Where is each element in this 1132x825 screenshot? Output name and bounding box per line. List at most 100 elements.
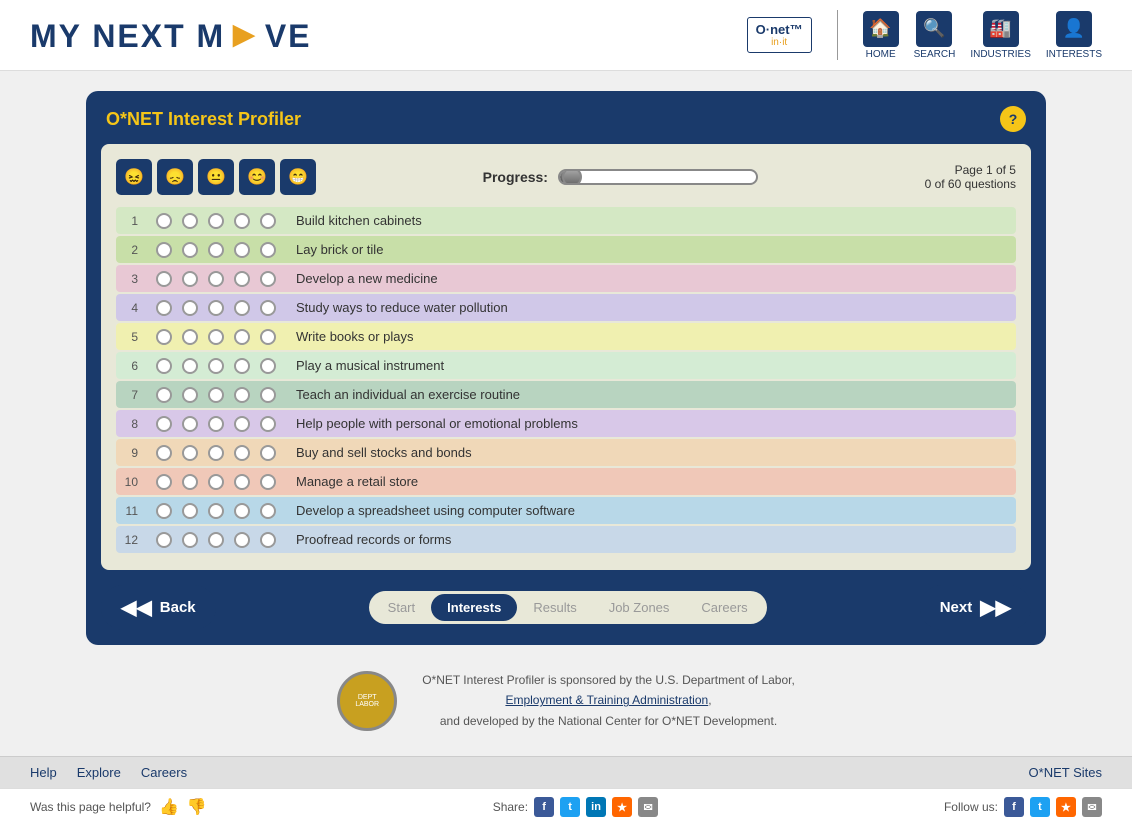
radio-3-2[interactable] <box>182 271 198 287</box>
nav-industries[interactable]: 🏭 INDUSTRIES <box>970 11 1031 60</box>
emoji-4[interactable]: 😊 <box>239 159 275 195</box>
radio-6-1[interactable] <box>156 358 172 374</box>
radio-2-2[interactable] <box>182 242 198 258</box>
twitter-icon[interactable]: t <box>560 797 580 817</box>
radio-3-3[interactable] <box>208 271 224 287</box>
radio-2-4[interactable] <box>234 242 250 258</box>
radio-8-2[interactable] <box>182 416 198 432</box>
step-start[interactable]: Start <box>372 594 431 621</box>
radio-2-1[interactable] <box>156 242 172 258</box>
rss-icon[interactable]: ★ <box>612 797 632 817</box>
thumbs-down-icon[interactable]: 👎 <box>187 797 207 817</box>
radio-8-3[interactable] <box>208 416 224 432</box>
radio-11-1[interactable] <box>156 503 172 519</box>
radio-2-3[interactable] <box>208 242 224 258</box>
sponsor-link[interactable]: Employment & Training Administration <box>505 693 708 707</box>
radio-6-5[interactable] <box>260 358 276 374</box>
radio-7-1[interactable] <box>156 387 172 403</box>
radio-1-1[interactable] <box>156 213 172 229</box>
radio-10-4[interactable] <box>234 474 250 490</box>
radio-1-5[interactable] <box>260 213 276 229</box>
header: MY NEXT M►VE O·net™ in·it 🏠 HOME 🔍 SEARC… <box>0 0 1132 71</box>
radio-group-2 <box>146 237 286 263</box>
follow-rss-icon[interactable]: ★ <box>1056 797 1076 817</box>
nav-interests[interactable]: 👤 INTERESTS <box>1046 11 1102 60</box>
linkedin-icon[interactable]: in <box>586 797 606 817</box>
radio-6-2[interactable] <box>182 358 198 374</box>
radio-4-5[interactable] <box>260 300 276 316</box>
radio-7-4[interactable] <box>234 387 250 403</box>
radio-9-5[interactable] <box>260 445 276 461</box>
radio-4-2[interactable] <box>182 300 198 316</box>
step-interests[interactable]: Interests <box>431 594 517 621</box>
help-button[interactable]: ? <box>1000 106 1026 132</box>
nav-home[interactable]: 🏠 HOME <box>863 11 899 60</box>
emoji-5[interactable]: 😁 <box>280 159 316 195</box>
radio-3-5[interactable] <box>260 271 276 287</box>
emoji-3[interactable]: 😐 <box>198 159 234 195</box>
radio-11-5[interactable] <box>260 503 276 519</box>
radio-1-4[interactable] <box>234 213 250 229</box>
nav-search[interactable]: 🔍 SEARCH <box>914 11 956 60</box>
radio-5-1[interactable] <box>156 329 172 345</box>
radio-group-6 <box>146 353 286 379</box>
radio-8-5[interactable] <box>260 416 276 432</box>
radio-7-3[interactable] <box>208 387 224 403</box>
next-button[interactable]: Next ▶▶ <box>920 585 1031 630</box>
radio-12-4[interactable] <box>234 532 250 548</box>
follow-facebook-icon[interactable]: f <box>1004 797 1024 817</box>
radio-9-4[interactable] <box>234 445 250 461</box>
emoji-2[interactable]: 😞 <box>157 159 193 195</box>
thumbs-up-icon[interactable]: 👍 <box>159 797 179 817</box>
footer-onet-sites[interactable]: O*NET Sites <box>1029 765 1102 780</box>
footer-explore[interactable]: Explore <box>77 765 121 780</box>
radio-5-4[interactable] <box>234 329 250 345</box>
question-row-2: 2Lay brick or tile <box>116 236 1016 263</box>
sponsor-text-2: and developed by the National Center for… <box>440 714 777 728</box>
radio-5-2[interactable] <box>182 329 198 345</box>
radio-5-5[interactable] <box>260 329 276 345</box>
radio-4-1[interactable] <box>156 300 172 316</box>
radio-3-4[interactable] <box>234 271 250 287</box>
radio-1-3[interactable] <box>208 213 224 229</box>
radio-9-3[interactable] <box>208 445 224 461</box>
radio-12-1[interactable] <box>156 532 172 548</box>
footer-help[interactable]: Help <box>30 765 57 780</box>
footer-careers[interactable]: Careers <box>141 765 187 780</box>
radio-group-5 <box>146 324 286 350</box>
radio-11-4[interactable] <box>234 503 250 519</box>
radio-4-4[interactable] <box>234 300 250 316</box>
radio-7-5[interactable] <box>260 387 276 403</box>
email-icon[interactable]: ✉ <box>638 797 658 817</box>
radio-9-1[interactable] <box>156 445 172 461</box>
radio-1-2[interactable] <box>182 213 198 229</box>
radio-12-3[interactable] <box>208 532 224 548</box>
radio-10-5[interactable] <box>260 474 276 490</box>
back-button[interactable]: ◀◀ Back <box>101 585 216 630</box>
emoji-1[interactable]: 😖 <box>116 159 152 195</box>
radio-4-3[interactable] <box>208 300 224 316</box>
divider <box>837 10 838 60</box>
follow-twitter-icon[interactable]: t <box>1030 797 1050 817</box>
radio-10-2[interactable] <box>182 474 198 490</box>
radio-5-3[interactable] <box>208 329 224 345</box>
footer-bottom: Was this page helpful? 👍 👎 Share: f t in… <box>0 788 1132 825</box>
radio-6-3[interactable] <box>208 358 224 374</box>
radio-9-2[interactable] <box>182 445 198 461</box>
facebook-icon[interactable]: f <box>534 797 554 817</box>
radio-7-2[interactable] <box>182 387 198 403</box>
radio-2-5[interactable] <box>260 242 276 258</box>
radio-6-4[interactable] <box>234 358 250 374</box>
question-row-1: 1Build kitchen cabinets <box>116 207 1016 234</box>
radio-3-1[interactable] <box>156 271 172 287</box>
radio-12-5[interactable] <box>260 532 276 548</box>
radio-12-2[interactable] <box>182 532 198 548</box>
radio-10-3[interactable] <box>208 474 224 490</box>
radio-8-4[interactable] <box>234 416 250 432</box>
follow-email-icon[interactable]: ✉ <box>1082 797 1102 817</box>
radio-8-1[interactable] <box>156 416 172 432</box>
radio-11-3[interactable] <box>208 503 224 519</box>
question-text-4: Study ways to reduce water pollution <box>286 294 1016 321</box>
radio-10-1[interactable] <box>156 474 172 490</box>
radio-11-2[interactable] <box>182 503 198 519</box>
